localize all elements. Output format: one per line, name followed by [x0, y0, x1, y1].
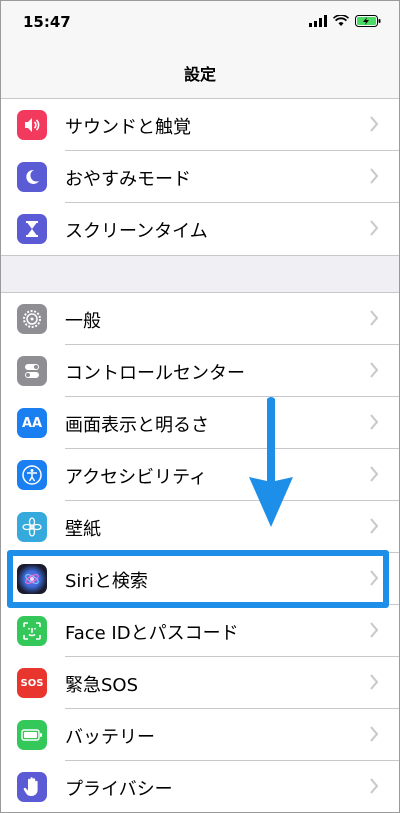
settings-item-accessibility[interactable]: アクセシビリティ [1, 449, 399, 501]
battery-icon [17, 720, 47, 750]
settings-item-label: 一般 [65, 311, 101, 332]
settings-group-2: 一般 コントロールセンター AA 画面表示と明るさ アクセシビリティ 壁紙 Si… [1, 292, 399, 812]
settings-item-label: バッテリー [65, 727, 155, 748]
settings-item-face-id-passcode[interactable]: Face IDとパスコード [1, 605, 399, 657]
flower-icon [17, 512, 47, 542]
settings-item-label: アクセシビリティ [65, 467, 208, 488]
settings-item-emergency-sos[interactable]: SOS 緊急SOS [1, 657, 399, 709]
chevron-right-icon [370, 518, 379, 534]
siri-icon [17, 564, 47, 594]
sos-icon: SOS [17, 668, 47, 698]
settings-item-privacy[interactable]: プライバシー [1, 761, 399, 812]
chevron-right-icon [370, 570, 379, 586]
face-id-icon [17, 616, 47, 646]
chevron-right-icon [370, 414, 379, 430]
settings-item-label: スクリーンタイム [65, 221, 208, 242]
wifi-icon [333, 15, 349, 26]
chevron-right-icon [370, 310, 379, 326]
gear-icon [17, 304, 47, 334]
status-time: 15:47 [23, 13, 71, 31]
settings-item-battery[interactable]: バッテリー [1, 709, 399, 761]
annotation-arrow-down-icon [249, 397, 293, 527]
settings-group-1: サウンドと触覚 おやすみモード スクリーンタイム [1, 98, 399, 256]
hourglass-icon [17, 214, 47, 244]
toggles-icon [17, 356, 47, 386]
accessibility-icon [17, 460, 47, 490]
chevron-right-icon [370, 362, 379, 378]
settings-item-wallpaper[interactable]: 壁紙 [1, 501, 399, 553]
settings-item-label: プライバシー [65, 779, 173, 800]
chevron-right-icon [370, 220, 379, 236]
hand-icon [17, 772, 47, 802]
chevron-right-icon [370, 622, 379, 638]
settings-item-label: 壁紙 [65, 519, 101, 540]
moon-icon [17, 162, 47, 192]
navigation-bar: 設定 [1, 45, 399, 99]
settings-item-label: 画面表示と明るさ [65, 415, 209, 436]
chevron-right-icon [370, 778, 379, 794]
sos-icon-glyph: SOS [20, 677, 44, 689]
status-bar: 15:47 [1, 1, 399, 45]
settings-item-label: コントロールセンター [65, 363, 245, 384]
speaker-icon [17, 110, 47, 140]
settings-item-label: Face IDとパスコード [65, 623, 239, 644]
settings-item-label: 緊急SOS [65, 675, 139, 696]
settings-item-label: おやすみモード [65, 169, 191, 190]
settings-item-siri-search[interactable]: Siriと検索 [1, 553, 399, 605]
chevron-right-icon [370, 168, 379, 184]
chevron-right-icon [370, 466, 379, 482]
battery-charging-icon [355, 15, 381, 27]
signal-icon [309, 15, 327, 27]
chevron-right-icon [370, 674, 379, 690]
status-indicators [309, 15, 381, 27]
chevron-right-icon [370, 116, 379, 132]
settings-item-label: サウンドと触覚 [65, 117, 191, 138]
settings-screen: 15:47 設定 サウンドと触覚 おやすみモード スクリーンタイム 一般 コント… [0, 0, 400, 813]
chevron-right-icon [370, 726, 379, 742]
settings-item-display-brightness[interactable]: AA 画面表示と明るさ [1, 397, 399, 449]
text-size-icon-glyph: AA [21, 415, 43, 431]
text-size-icon: AA [17, 408, 47, 438]
page-title: 設定 [183, 65, 216, 84]
settings-item-general[interactable]: 一般 [1, 293, 399, 345]
settings-item-label: Siriと検索 [65, 571, 148, 592]
settings-item-do-not-disturb[interactable]: おやすみモード [1, 151, 399, 203]
settings-item-screen-time[interactable]: スクリーンタイム [1, 203, 399, 255]
settings-item-sound[interactable]: サウンドと触覚 [1, 99, 399, 151]
settings-item-control-center[interactable]: コントロールセンター [1, 345, 399, 397]
